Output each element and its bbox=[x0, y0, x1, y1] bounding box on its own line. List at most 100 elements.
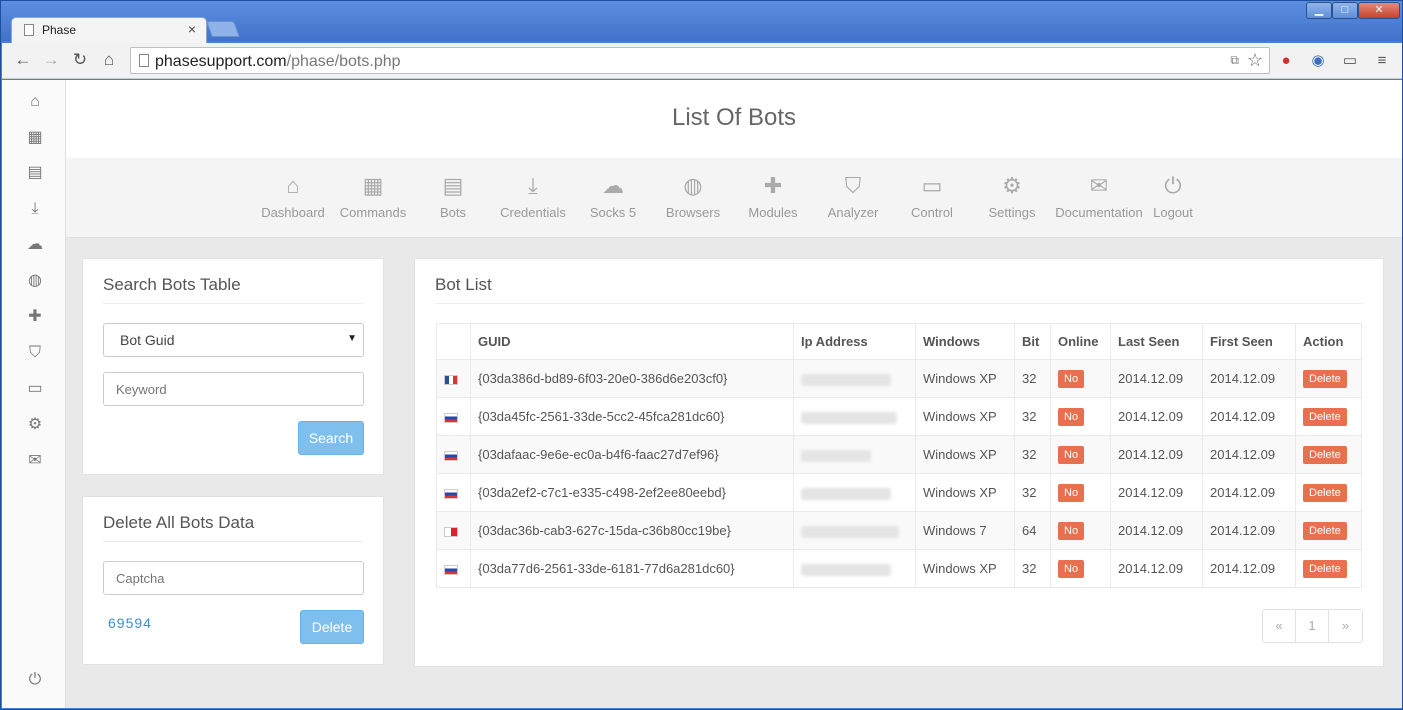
nav-label: Credentials bbox=[500, 205, 566, 220]
search-panel: Search Bots Table Bot Guid ▼ Search bbox=[82, 258, 384, 475]
nav-socks5[interactable]: ☁ Socks 5 bbox=[586, 173, 640, 220]
ip-redacted bbox=[801, 487, 891, 500]
monitor-icon: ▭ bbox=[921, 173, 943, 198]
comments-icon: ✉ bbox=[1089, 173, 1109, 198]
windows-cell: Windows XP bbox=[915, 549, 1015, 588]
power-icon[interactable]: ⏻ bbox=[24, 670, 46, 690]
windows-cell: Windows 7 bbox=[915, 511, 1015, 550]
download-icon: ⤓ bbox=[528, 173, 538, 198]
translate-icon[interactable]: ⧉ bbox=[1230, 53, 1239, 68]
extension-globe-icon[interactable]: ◉ bbox=[1308, 51, 1328, 71]
first-seen-cell: 2014.12.09 bbox=[1202, 511, 1296, 550]
flag-cell bbox=[436, 549, 471, 588]
table-row: {03dac36b-cab3-627c-15da-c36b80cc19be} W… bbox=[436, 511, 1362, 550]
flag-cell bbox=[436, 397, 471, 436]
prev-page-button[interactable]: « bbox=[1263, 610, 1296, 642]
home-icon[interactable]: ⌂ bbox=[98, 49, 120, 71]
gears-icon: ⚙ bbox=[1002, 173, 1022, 198]
nav-label: Commands bbox=[339, 205, 407, 220]
table-icon[interactable]: ▤ bbox=[24, 163, 46, 183]
reload-icon[interactable]: ↻ bbox=[69, 49, 91, 71]
action-cell: Delete bbox=[1295, 511, 1362, 550]
puzzle-icon[interactable]: ✚ bbox=[24, 307, 46, 327]
russia-flag-icon bbox=[444, 488, 458, 499]
nav-documentation[interactable]: ✉ Documentation bbox=[1052, 173, 1146, 220]
bots-table: GUID Ip Address Windows Bit Online Last … bbox=[436, 323, 1362, 588]
gears-icon[interactable]: ⚙ bbox=[24, 415, 46, 435]
cast-icon[interactable]: ▭ bbox=[1340, 51, 1360, 71]
extension-icon[interactable]: ● bbox=[1276, 51, 1296, 71]
delete-bot-button[interactable]: Delete bbox=[1303, 369, 1347, 388]
maximize-button[interactable]: □ bbox=[1332, 2, 1358, 19]
nav-settings[interactable]: ⚙ Settings bbox=[986, 173, 1038, 220]
menu-icon[interactable]: ≡ bbox=[1372, 51, 1392, 71]
delete-bot-button[interactable]: Delete bbox=[1303, 483, 1347, 502]
minimize-button[interactable]: ▁ bbox=[1306, 2, 1332, 19]
last-seen-cell: 2014.12.09 bbox=[1110, 473, 1203, 512]
last-seen-cell: 2014.12.09 bbox=[1110, 359, 1203, 398]
nav-modules[interactable]: ✚ Modules bbox=[746, 173, 800, 220]
nav-credentials[interactable]: ⤓ Credentials bbox=[498, 173, 568, 220]
monitor-icon[interactable]: ▭ bbox=[24, 379, 46, 399]
france-flag-icon bbox=[444, 374, 458, 385]
new-tab-button[interactable] bbox=[206, 21, 240, 37]
page-icon bbox=[139, 54, 149, 67]
col-online: Online bbox=[1050, 323, 1111, 360]
ip-cell bbox=[793, 397, 916, 436]
malta-flag-icon bbox=[444, 526, 458, 537]
nav-analyzer[interactable]: ⛉ Analyzer bbox=[824, 173, 882, 220]
back-icon[interactable]: ← bbox=[12, 49, 34, 71]
chevron-down-icon: ▼ bbox=[347, 333, 357, 344]
nav-dashboard[interactable]: ⌂ Dashboard bbox=[260, 173, 326, 220]
calendar-icon[interactable]: ▦ bbox=[24, 128, 46, 148]
nav-bots[interactable]: ▤ Bots bbox=[433, 173, 473, 220]
nav-label: Control bbox=[911, 205, 953, 220]
window-close-button[interactable]: ✕ bbox=[1358, 2, 1400, 19]
captcha-input[interactable] bbox=[103, 561, 364, 595]
search-button[interactable]: Search bbox=[298, 421, 364, 455]
delete-bot-button[interactable]: Delete bbox=[1303, 445, 1347, 464]
guid-cell: {03da386d-bd89-6f03-20e0-386d6e203cf0} bbox=[470, 359, 794, 398]
page-1-button[interactable]: 1 bbox=[1296, 610, 1329, 642]
first-seen-cell: 2014.12.09 bbox=[1202, 359, 1296, 398]
page-header: List Of Bots bbox=[66, 80, 1402, 158]
download-icon[interactable]: ⤓ bbox=[24, 199, 46, 219]
col-first-seen: First Seen bbox=[1202, 323, 1296, 360]
comments-icon[interactable]: ✉ bbox=[24, 451, 46, 471]
bookmark-star-icon[interactable]: ☆ bbox=[1247, 50, 1263, 71]
home-icon[interactable]: ⌂ bbox=[24, 92, 46, 112]
forward-icon[interactable]: → bbox=[40, 49, 62, 71]
delete-bot-button[interactable]: Delete bbox=[1303, 521, 1347, 540]
next-page-button[interactable]: » bbox=[1329, 610, 1362, 642]
browser-tab[interactable]: Phase × bbox=[11, 17, 207, 43]
ip-cell bbox=[793, 473, 916, 512]
url-text: phasesupport.com/phase/bots.php bbox=[155, 53, 401, 71]
nav-browsers[interactable]: ◍ Browsers bbox=[663, 173, 723, 220]
delete-bot-button[interactable]: Delete bbox=[1303, 407, 1347, 426]
nav-commands[interactable]: ▦ Commands bbox=[338, 173, 408, 220]
nav-logout[interactable]: ⏻ Logout bbox=[1150, 173, 1196, 220]
first-seen-cell: 2014.12.09 bbox=[1202, 549, 1296, 588]
search-field-select[interactable]: Bot Guid ▼ bbox=[103, 323, 364, 357]
globe-icon[interactable]: ◍ bbox=[24, 271, 46, 291]
windows-cell: Windows XP bbox=[915, 435, 1015, 474]
nav-control[interactable]: ▭ Control bbox=[908, 173, 956, 220]
status-badge: No bbox=[1058, 445, 1085, 464]
shield-icon[interactable]: ⛉ bbox=[24, 343, 46, 363]
cloud-icon[interactable]: ☁ bbox=[24, 235, 46, 255]
guid-cell: {03da77d6-2561-33de-6181-77d6a281dc60} bbox=[470, 549, 794, 588]
address-bar[interactable]: phasesupport.com/phase/bots.php ⧉ ☆ bbox=[130, 47, 1270, 74]
table-header-row: GUID Ip Address Windows Bit Online Last … bbox=[436, 323, 1362, 360]
delete-all-button[interactable]: Delete bbox=[300, 610, 364, 644]
divider bbox=[435, 303, 1363, 304]
table-row: {03da386d-bd89-6f03-20e0-386d6e203cf0} W… bbox=[436, 359, 1362, 398]
bit-cell: 32 bbox=[1014, 435, 1051, 474]
delete-bot-button[interactable]: Delete bbox=[1303, 559, 1347, 578]
status-badge: No bbox=[1058, 559, 1085, 578]
keyword-input[interactable] bbox=[103, 372, 364, 406]
tab-close-icon[interactable]: × bbox=[188, 21, 196, 37]
col-ip: Ip Address bbox=[793, 323, 916, 360]
windows-cell: Windows XP bbox=[915, 359, 1015, 398]
windows-cell: Windows XP bbox=[915, 397, 1015, 436]
online-cell: No bbox=[1050, 435, 1111, 474]
